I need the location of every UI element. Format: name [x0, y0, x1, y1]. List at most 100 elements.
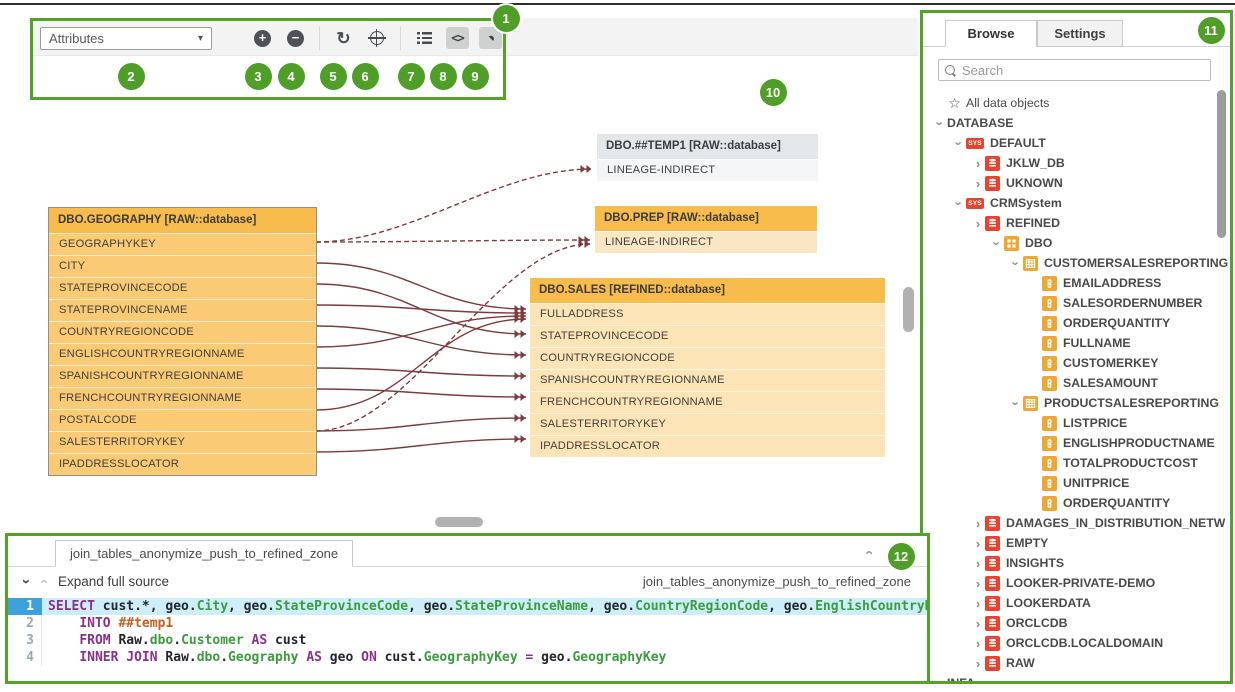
- node-geography[interactable]: DBO.GEOGRAPHY [RAW::database]GEOGRAPHYKE…: [48, 207, 317, 476]
- tree-item-empty[interactable]: ›EMPTY: [923, 533, 1230, 553]
- column-row[interactable]: CITY: [49, 255, 316, 277]
- column-row[interactable]: SALESTERRITORYKEY: [49, 431, 316, 453]
- chevron-down-icon[interactable]: ›: [934, 116, 947, 130]
- tree-item-customersalesreporting[interactable]: ›CUSTOMERSALESREPORTING: [923, 253, 1230, 273]
- tree-item-englishproductname[interactable]: ENGLISHPRODUCTNAME: [923, 433, 1230, 453]
- system-icon: SYS: [966, 138, 984, 149]
- tree-item-lookerdata[interactable]: ›LOOKERDATA: [923, 593, 1230, 613]
- tree-item-damages-in-distribution-netw[interactable]: ›DAMAGES_IN_DISTRIBUTION_NETW: [923, 513, 1230, 533]
- column-row[interactable]: STATEPROVINCENAME: [49, 299, 316, 321]
- column-row[interactable]: FRENCHCOUNTRYREGIONNAME: [49, 387, 316, 409]
- tree-item-infa[interactable]: ›INFA: [923, 673, 1230, 684]
- chevron-up-icon[interactable]: ›: [36, 579, 51, 584]
- column-row[interactable]: GEOGRAPHYKEY: [49, 233, 316, 255]
- tree-item-listprice[interactable]: LISTPRICE: [923, 413, 1230, 433]
- chevron-right-icon[interactable]: ›: [971, 597, 985, 610]
- tab-settings[interactable]: Settings: [1037, 20, 1123, 47]
- tree-item-label: ORCLCDB: [1006, 616, 1067, 630]
- focus-button[interactable]: [365, 26, 389, 50]
- column-icon: [1042, 336, 1057, 351]
- column-row[interactable]: IPADDRESSLOCATOR: [530, 435, 885, 457]
- tree-item-uknown[interactable]: ›UKNOWN: [923, 173, 1230, 193]
- tree-item-emailaddress[interactable]: EMAILADDRESS: [923, 273, 1230, 293]
- chevron-down-icon[interactable]: ›: [19, 579, 34, 584]
- column-row[interactable]: STATEPROVINCECODE: [530, 325, 885, 347]
- callout-badge-11: 11: [1198, 17, 1225, 44]
- chevron-right-icon[interactable]: ›: [971, 617, 985, 630]
- column-row[interactable]: ENGLISHCOUNTRYREGIONNAME: [49, 343, 316, 365]
- column-row[interactable]: SPANISHCOUNTRYREGIONNAME: [530, 369, 885, 391]
- tree-item-orclcdb[interactable]: › ORCLCDB: [923, 613, 1230, 633]
- chevron-right-icon[interactable]: ›: [933, 677, 947, 685]
- refresh-button[interactable]: ↻: [332, 26, 356, 50]
- panel-scrollbar[interactable]: [1217, 90, 1226, 238]
- tree-item-unitprice[interactable]: UNITPRICE: [923, 473, 1230, 493]
- list-view-button[interactable]: [413, 26, 437, 50]
- zoom-out-button[interactable]: −: [284, 26, 308, 50]
- column-row[interactable]: LINEAGE-INDIRECT: [595, 231, 817, 253]
- chevron-down-icon[interactable]: ›: [1010, 396, 1023, 410]
- database-icon: [985, 216, 1000, 231]
- tree-item-all-data-objects[interactable]: ☆All data objects: [923, 93, 1230, 113]
- chevron-right-icon[interactable]: ›: [971, 657, 985, 670]
- tree-item-default[interactable]: ›SYSDEFAULT: [923, 133, 1230, 153]
- column-row[interactable]: STATEPROVINCECODE: [49, 277, 316, 299]
- column-row[interactable]: SALESTERRITORYKEY: [530, 413, 885, 435]
- tree-item-insights[interactable]: ›INSIGHTS: [923, 553, 1230, 573]
- tree-item-customerkey[interactable]: CUSTOMERKEY: [923, 353, 1230, 373]
- tree-item-database[interactable]: ›DATABASE: [923, 113, 1230, 133]
- column-row[interactable]: COUNTRYREGIONCODE: [530, 347, 885, 369]
- search-icon: [945, 65, 955, 75]
- tree-item-orderquantity[interactable]: ORDERQUANTITY: [923, 493, 1230, 513]
- attributes-dropdown[interactable]: Attributes ▾: [40, 27, 212, 50]
- column-row[interactable]: POSTALCODE: [49, 409, 316, 431]
- chevron-right-icon[interactable]: ›: [971, 637, 985, 650]
- tree-item-totalproductcost[interactable]: TOTALPRODUCTCOST: [923, 453, 1230, 473]
- node-prep[interactable]: DBO.PREP [RAW::database]LINEAGE-INDIRECT: [595, 206, 817, 253]
- expand-full-source-link[interactable]: Expand full source: [58, 574, 169, 589]
- tree-item-fullname[interactable]: FULLNAME: [923, 333, 1230, 353]
- tree-item-salesordernumber[interactable]: SALESORDERNUMBER: [923, 293, 1230, 313]
- tree-item-orderquantity[interactable]: ORDERQUANTITY: [923, 313, 1230, 333]
- tree-item-salesamount[interactable]: SALESAMOUNT: [923, 373, 1230, 393]
- chevron-right-icon[interactable]: ›: [971, 557, 985, 570]
- canvas-vertical-scrollbar[interactable]: [903, 287, 914, 332]
- tree-item-productsalesreporting[interactable]: ›PRODUCTSALESREPORTING: [923, 393, 1230, 413]
- column-row[interactable]: LINEAGE-INDIRECT: [597, 159, 818, 181]
- chevron-down-icon[interactable]: ›: [953, 136, 966, 150]
- chevron-right-icon[interactable]: ›: [971, 177, 985, 190]
- chevron-down-icon[interactable]: ›: [991, 236, 1004, 250]
- chevron-right-icon[interactable]: ›: [971, 537, 985, 550]
- search-box[interactable]: [938, 59, 1211, 81]
- chevron-down-icon[interactable]: ›: [1010, 256, 1023, 270]
- tree-item-looker-private-demo[interactable]: ›LOOKER-PRIVATE-DEMO: [923, 573, 1230, 593]
- column-row[interactable]: FULLADDRESS: [530, 303, 885, 325]
- column-row[interactable]: SPANISHCOUNTRYREGIONNAME: [49, 365, 316, 387]
- tree-item-dbo[interactable]: ›DBO: [923, 233, 1230, 253]
- column-row[interactable]: IPADDRESSLOCATOR: [49, 453, 316, 475]
- column-row[interactable]: FRENCHCOUNTRYREGIONNAME: [530, 391, 885, 413]
- attributes-dropdown-value: Attributes: [49, 31, 104, 46]
- chevron-right-icon[interactable]: ›: [971, 517, 985, 530]
- chevron-right-icon[interactable]: ›: [971, 217, 985, 230]
- column-row[interactable]: COUNTRYREGIONCODE: [49, 321, 316, 343]
- collapse-panel-icon[interactable]: ›: [860, 550, 877, 555]
- search-input[interactable]: [960, 62, 1210, 79]
- tree-item-orclcdb-localdomain[interactable]: ›ORCLCDB.LOCALDOMAIN: [923, 633, 1230, 653]
- system-icon: SYS: [966, 198, 984, 209]
- chevron-down-icon[interactable]: ›: [953, 196, 966, 210]
- code-view-button[interactable]: <>: [446, 26, 470, 50]
- tree-item-raw[interactable]: ›RAW: [923, 653, 1230, 673]
- tree-item-label: ORDERQUANTITY: [1063, 496, 1170, 510]
- source-tab[interactable]: join_tables_anonymize_push_to_refined_zo…: [55, 540, 353, 567]
- tree-item-crmsystem[interactable]: ›SYSCRMSystem: [923, 193, 1230, 213]
- tree-item-jklw-db[interactable]: ›JKLW_DB: [923, 153, 1230, 173]
- chevron-right-icon[interactable]: ›: [971, 157, 985, 170]
- tree-item-refined[interactable]: ›REFINED: [923, 213, 1230, 233]
- chevron-right-icon[interactable]: ›: [971, 577, 985, 590]
- zoom-in-button[interactable]: +: [251, 26, 275, 50]
- node-temp1[interactable]: DBO.##TEMP1 [RAW::database]LINEAGE-INDIR…: [597, 134, 818, 181]
- node-sales[interactable]: DBO.SALES [REFINED::database]FULLADDRESS…: [530, 278, 885, 457]
- canvas-horizontal-scrollbar[interactable]: [435, 517, 483, 527]
- tab-browse[interactable]: Browse: [945, 20, 1037, 47]
